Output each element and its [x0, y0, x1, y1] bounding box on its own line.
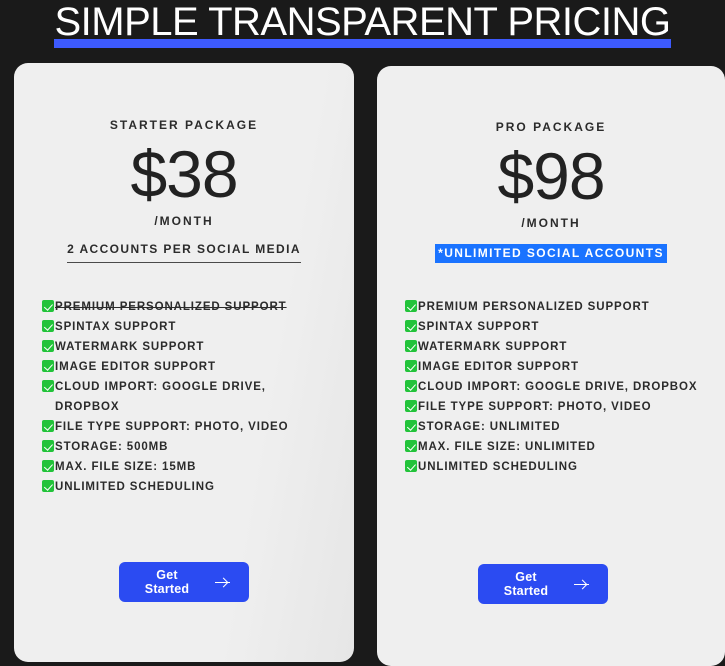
- list-item: WATERMARK SUPPORT: [405, 337, 703, 357]
- list-item: STORAGE: UNLIMITED: [405, 417, 703, 437]
- check-icon: [42, 480, 54, 492]
- card-content-pro: PRO PACKAGE $98 /MONTH *UNLIMITED SOCIAL…: [377, 66, 725, 666]
- check-icon: [405, 420, 417, 432]
- list-item: MAX. FILE SIZE: UNLIMITED: [405, 437, 703, 457]
- feature-label: SPINTAX SUPPORT: [418, 321, 540, 333]
- feature-label: MAX. FILE SIZE: UNLIMITED: [418, 441, 596, 453]
- list-item: FILE TYPE SUPPORT: PHOTO, VIDEO: [42, 417, 332, 437]
- feature-label: STORAGE: 500MB: [55, 441, 169, 453]
- plan-price-starter: $38: [130, 137, 238, 211]
- list-item: CLOUD IMPORT: GOOGLE DRIVE, DROPBOX: [42, 377, 332, 417]
- feature-label: UNLIMITED SCHEDULING: [55, 481, 215, 493]
- feature-label: UNLIMITED SCHEDULING: [418, 461, 578, 473]
- list-item: PREMIUM PERSONALIZED SUPPORT: [42, 297, 332, 317]
- feature-label: PREMIUM PERSONALIZED SUPPORT: [418, 301, 650, 313]
- list-item: FILE TYPE SUPPORT: PHOTO, VIDEO: [405, 397, 703, 417]
- arrow-right-icon: [215, 577, 230, 588]
- get-started-button-pro[interactable]: Get Started: [478, 564, 608, 604]
- check-icon: [42, 440, 54, 452]
- get-started-button-starter[interactable]: Get Started: [119, 562, 249, 602]
- list-item: UNLIMITED SCHEDULING: [405, 457, 703, 477]
- list-item: CLOUD IMPORT: GOOGLE DRIVE, DROPBOX: [405, 377, 703, 397]
- list-item: PREMIUM PERSONALIZED SUPPORT: [405, 297, 703, 317]
- page-header: SIMPLE TRANSPARENT PRICING: [0, 0, 725, 56]
- check-icon: [405, 400, 417, 412]
- pricing-card-pro[interactable]: PRO PACKAGE $98 /MONTH *UNLIMITED SOCIAL…: [377, 66, 725, 666]
- feature-label: WATERMARK SUPPORT: [418, 341, 568, 353]
- pricing-cards-container: STARTER PACKAGE $38 /MONTH 2 ACCOUNTS PE…: [0, 63, 725, 666]
- feature-label: FILE TYPE SUPPORT: PHOTO, VIDEO: [55, 421, 289, 433]
- title-underline-bar: [54, 39, 671, 48]
- check-icon: [42, 320, 54, 332]
- feature-label: WATERMARK SUPPORT: [55, 341, 205, 353]
- check-icon: [405, 440, 417, 452]
- list-item: SPINTAX SUPPORT: [405, 317, 703, 337]
- list-item: SPINTAX SUPPORT: [42, 317, 332, 337]
- check-icon: [405, 460, 417, 472]
- feature-label: FILE TYPE SUPPORT: PHOTO, VIDEO: [418, 401, 652, 413]
- feature-list-pro: PREMIUM PERSONALIZED SUPPORT SPINTAX SUP…: [397, 297, 705, 477]
- feature-label: PREMIUM PERSONALIZED SUPPORT: [55, 301, 287, 313]
- check-icon: [405, 320, 417, 332]
- list-item: IMAGE EDITOR SUPPORT: [42, 357, 332, 377]
- check-icon: [405, 360, 417, 372]
- plan-name-pro: PRO PACKAGE: [495, 120, 607, 134]
- check-icon: [42, 420, 54, 432]
- feature-list-starter: PREMIUM PERSONALIZED SUPPORT SPINTAX SUP…: [34, 297, 334, 497]
- get-started-label: Get Started: [503, 570, 549, 598]
- check-icon: [42, 300, 54, 312]
- arrow-right-icon: [574, 579, 589, 590]
- feature-label: STORAGE: UNLIMITED: [418, 421, 561, 433]
- plan-period-starter: /MONTH: [154, 214, 214, 228]
- feature-label: SPINTAX SUPPORT: [55, 321, 177, 333]
- page-title: SIMPLE TRANSPARENT PRICING: [52, 0, 672, 48]
- card-content-starter: STARTER PACKAGE $38 /MONTH 2 ACCOUNTS PE…: [14, 63, 354, 662]
- check-icon: [42, 360, 54, 372]
- check-icon: [42, 460, 54, 472]
- list-item: WATERMARK SUPPORT: [42, 337, 332, 357]
- list-item: STORAGE: 500MB: [42, 437, 332, 457]
- get-started-label: Get Started: [144, 568, 190, 596]
- check-icon: [42, 380, 54, 392]
- check-icon: [405, 300, 417, 312]
- list-item: IMAGE EDITOR SUPPORT: [405, 357, 703, 377]
- plan-accounts-note-starter: 2 ACCOUNTS PER SOCIAL MEDIA: [67, 242, 301, 263]
- plan-price-pro: $98: [497, 139, 605, 213]
- feature-label: CLOUD IMPORT: GOOGLE DRIVE, DROPBOX: [55, 381, 266, 413]
- feature-label: IMAGE EDITOR SUPPORT: [55, 361, 216, 373]
- check-icon: [405, 340, 417, 352]
- list-item: UNLIMITED SCHEDULING: [42, 477, 332, 497]
- list-item: MAX. FILE SIZE: 15MB: [42, 457, 332, 477]
- feature-label: CLOUD IMPORT: GOOGLE DRIVE, DROPBOX: [418, 381, 698, 393]
- check-icon: [405, 380, 417, 392]
- plan-name-starter: STARTER PACKAGE: [109, 118, 259, 132]
- page-title-text: SIMPLE TRANSPARENT PRICING: [54, 0, 671, 44]
- pricing-card-starter[interactable]: STARTER PACKAGE $38 /MONTH 2 ACCOUNTS PE…: [14, 63, 354, 662]
- feature-label: MAX. FILE SIZE: 15MB: [55, 461, 197, 473]
- check-icon: [42, 340, 54, 352]
- plan-accounts-note-pro: *UNLIMITED SOCIAL ACCOUNTS: [435, 244, 667, 263]
- feature-label: IMAGE EDITOR SUPPORT: [418, 361, 579, 373]
- plan-period-pro: /MONTH: [521, 216, 581, 230]
